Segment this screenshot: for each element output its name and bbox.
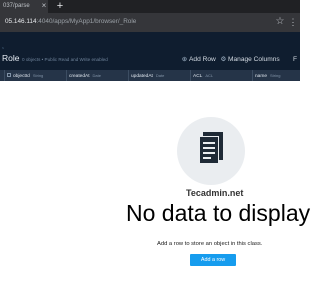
- url-field[interactable]: 05.146.114:4040/apps/MyApp1/browser/_Rol…: [5, 16, 136, 28]
- close-tab-icon[interactable]: ×: [40, 0, 48, 13]
- manage-columns-label: Manage Columns: [228, 56, 280, 63]
- column-type: Date: [92, 73, 101, 78]
- bookmark-star-icon[interactable]: ☆: [274, 16, 286, 28]
- empty-state-title: No data to display: [126, 200, 311, 226]
- column-header-name[interactable]: name String: [253, 70, 300, 81]
- data-browser-main: [0, 81, 300, 300]
- browser-tab-title: 037/parse: [3, 3, 30, 9]
- url-host: 05.146.114: [5, 18, 37, 25]
- url-path: :4040/apps/MyApp1/browser/_Role: [36, 18, 137, 25]
- column-header-row: objectId String createdAt Date updatedAt Da…: [0, 70, 300, 81]
- column-header-acl[interactable]: ACL ACL: [191, 70, 253, 81]
- column-type: ACL: [205, 73, 214, 78]
- new-tab-button[interactable]: +: [55, 0, 65, 13]
- address-bar: 05.146.114:4040/apps/MyApp1/browser/_Rol…: [0, 13, 300, 32]
- column-type: String: [270, 73, 281, 78]
- add-row-label: Add Row: [189, 56, 216, 63]
- column-name: createdAt: [69, 74, 90, 79]
- column-header-updatedat[interactable]: updatedAt Date: [129, 70, 191, 81]
- column-name: objectId: [13, 74, 30, 79]
- add-a-row-button[interactable]: Add a row: [190, 254, 236, 266]
- manage-columns-button[interactable]: ⚙ Manage Columns: [219, 55, 280, 65]
- breadcrumb[interactable]: s: [2, 45, 4, 50]
- column-name: ACL: [193, 74, 203, 79]
- more-toolbar-label: F: [293, 56, 298, 63]
- more-toolbar-button[interactable]: F: [293, 55, 297, 65]
- column-header-createdat[interactable]: createdAt Date: [67, 70, 129, 81]
- column-type: String: [32, 73, 44, 78]
- column-type: Date: [155, 73, 165, 78]
- gear-icon: ⚙: [220, 56, 227, 63]
- class-title: Role: [2, 53, 20, 63]
- document-icon: [197, 132, 225, 173]
- add-row-toolbar-button[interactable]: ⊕ Add Row: [180, 55, 216, 65]
- column-header-objectid[interactable]: objectId String: [5, 70, 67, 81]
- column-name: name: [255, 74, 267, 79]
- empty-state-description: Add a row to store an object in this cla…: [157, 241, 263, 247]
- watermark-text: Tecadmin.net: [186, 188, 244, 198]
- browser-tabstrip: 037/parse × +: [0, 0, 300, 13]
- class-subtitle: 0 objects • Public Read and Write enable…: [22, 57, 108, 62]
- kebab-menu-icon[interactable]: ⋮: [288, 16, 298, 28]
- select-all-checkbox[interactable]: [7, 73, 11, 78]
- plus-icon: ⊕: [181, 56, 188, 63]
- column-name: updatedAt: [131, 74, 153, 79]
